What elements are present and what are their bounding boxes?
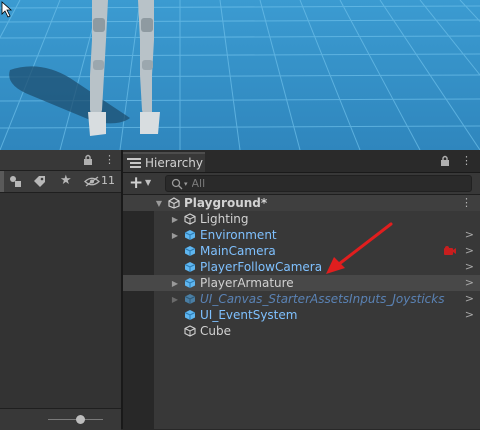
annotation-arrow	[326, 222, 393, 274]
